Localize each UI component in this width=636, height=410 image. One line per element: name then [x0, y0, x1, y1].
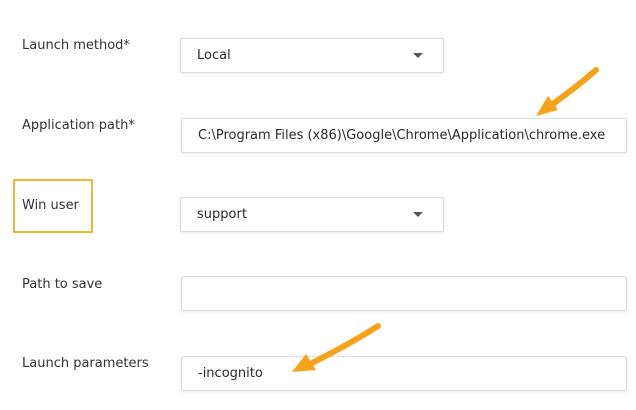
- application-path-label: Application path*: [22, 118, 135, 133]
- win-user-value: support: [197, 207, 247, 222]
- launch-method-label: Launch method*: [22, 38, 130, 53]
- chevron-down-icon: [413, 212, 423, 217]
- path-to-save-input[interactable]: [181, 276, 627, 311]
- launch-parameters-label: Launch parameters: [22, 356, 149, 371]
- launch-method-select[interactable]: Local: [180, 38, 444, 73]
- chevron-down-icon: [413, 53, 423, 58]
- launch-method-value: Local: [197, 48, 231, 63]
- arrow-icon: [292, 323, 381, 372]
- launch-parameters-input[interactable]: -incognito: [181, 356, 627, 391]
- application-path-value: C:\Program Files (x86)\Google\Chrome\App…: [198, 128, 606, 143]
- path-to-save-label: Path to save: [22, 277, 103, 292]
- launch-parameters-value: -incognito: [198, 366, 263, 381]
- application-path-input[interactable]: C:\Program Files (x86)\Google\Chrome\App…: [181, 118, 627, 153]
- win-user-select[interactable]: support: [180, 197, 444, 232]
- win-user-label: Win user: [22, 198, 79, 213]
- arrow-icon: [536, 67, 599, 116]
